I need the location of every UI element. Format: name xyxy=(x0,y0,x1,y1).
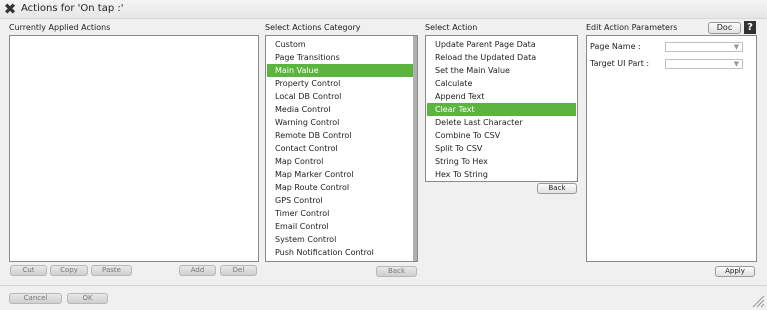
category-list-item[interactable]: Remote DB Control xyxy=(267,129,416,142)
chevron-down-icon: ▼ xyxy=(733,60,740,68)
action-list-item[interactable]: Combine To CSV xyxy=(427,129,576,142)
category-list-item[interactable]: Custom xyxy=(267,38,416,51)
category-list[interactable]: Custom Page Transitions Main Value Property… xyxy=(265,35,418,262)
category-list-item[interactable]: System Control xyxy=(267,233,416,246)
action-list-item[interactable]: Calculate xyxy=(427,77,576,90)
category-list-item[interactable]: Map Marker Control xyxy=(267,168,416,181)
action-list-item[interactable]: Delete Last Character xyxy=(427,116,576,129)
params-label: Edit Action Parameters xyxy=(586,23,678,32)
category-list-item[interactable]: Contact Control xyxy=(267,142,416,155)
footer-divider xyxy=(0,285,767,286)
action-list-item[interactable]: Update Parent Page Data xyxy=(427,38,576,51)
ok-button[interactable]: OK xyxy=(67,293,108,304)
copy-button[interactable]: Copy xyxy=(50,265,88,276)
category-list-item[interactable]: Main Value xyxy=(267,64,416,77)
cut-button[interactable]: Cut xyxy=(10,265,47,276)
category-list-item[interactable]: Timer Control xyxy=(267,207,416,220)
category-list-item[interactable]: Property Control xyxy=(267,77,416,90)
action-back-button[interactable]: Back xyxy=(537,183,577,194)
chevron-down-icon: ▼ xyxy=(733,43,740,51)
action-list-item[interactable]: Split To CSV xyxy=(427,142,576,155)
action-label: Select Action xyxy=(425,23,478,32)
applied-actions-list[interactable] xyxy=(9,35,259,262)
del-button[interactable]: Del xyxy=(220,265,257,276)
doc-button[interactable]: Doc xyxy=(708,22,741,34)
cancel-button[interactable]: Cancel xyxy=(9,293,62,304)
params-panel: Page Name : ▼ Target UI Part : ▼ xyxy=(586,35,757,262)
action-list-item[interactable]: Hex To String xyxy=(427,168,576,181)
add-button[interactable]: Add xyxy=(179,265,216,276)
category-list-item[interactable]: Email Control xyxy=(267,220,416,233)
category-list-item[interactable]: Map Control xyxy=(267,155,416,168)
category-back-button[interactable]: Back xyxy=(376,266,417,277)
applied-actions-label: Currently Applied Actions xyxy=(9,23,111,32)
window-title: Actions for 'On tap :' xyxy=(21,3,124,14)
help-icon[interactable]: ? xyxy=(744,21,756,34)
paste-button[interactable]: Paste xyxy=(91,265,132,276)
close-icon[interactable]: ✖ xyxy=(3,2,17,17)
category-list-item[interactable]: Map Route Control xyxy=(267,181,416,194)
category-list-item[interactable]: Local DB Control xyxy=(267,90,416,103)
target-ui-part-select[interactable]: ▼ xyxy=(665,59,743,69)
category-list-item[interactable]: Page Transitions xyxy=(267,51,416,64)
category-scrollbar-thumb[interactable] xyxy=(413,36,417,261)
resize-grip-icon[interactable] xyxy=(751,294,765,308)
action-list-item[interactable]: String To Hex xyxy=(427,155,576,168)
category-list-item[interactable]: GPS Control xyxy=(267,194,416,207)
category-list-item[interactable]: Warning Control xyxy=(267,116,416,129)
apply-button[interactable]: Apply xyxy=(715,266,755,277)
target-ui-part-label: Target UI Part : xyxy=(590,59,650,68)
page-name-label: Page Name : xyxy=(590,42,641,51)
action-list[interactable]: Update Parent Page Data Reload the Update… xyxy=(425,35,578,182)
category-label: Select Actions Category xyxy=(265,23,361,32)
action-list-item[interactable]: Append Text xyxy=(427,90,576,103)
page-name-select[interactable]: ▼ xyxy=(665,42,743,52)
category-scrollbar[interactable] xyxy=(413,36,417,261)
category-list-item[interactable]: Push Notification Control xyxy=(267,246,416,259)
action-list-item[interactable]: Reload the Updated Data xyxy=(427,51,576,64)
action-list-item[interactable]: Set the Main Value xyxy=(427,64,576,77)
category-list-item[interactable]: Media Control xyxy=(267,103,416,116)
action-list-item[interactable]: Clear Text xyxy=(427,103,576,116)
title-bar: ✖ Actions for 'On tap :' xyxy=(0,0,767,19)
